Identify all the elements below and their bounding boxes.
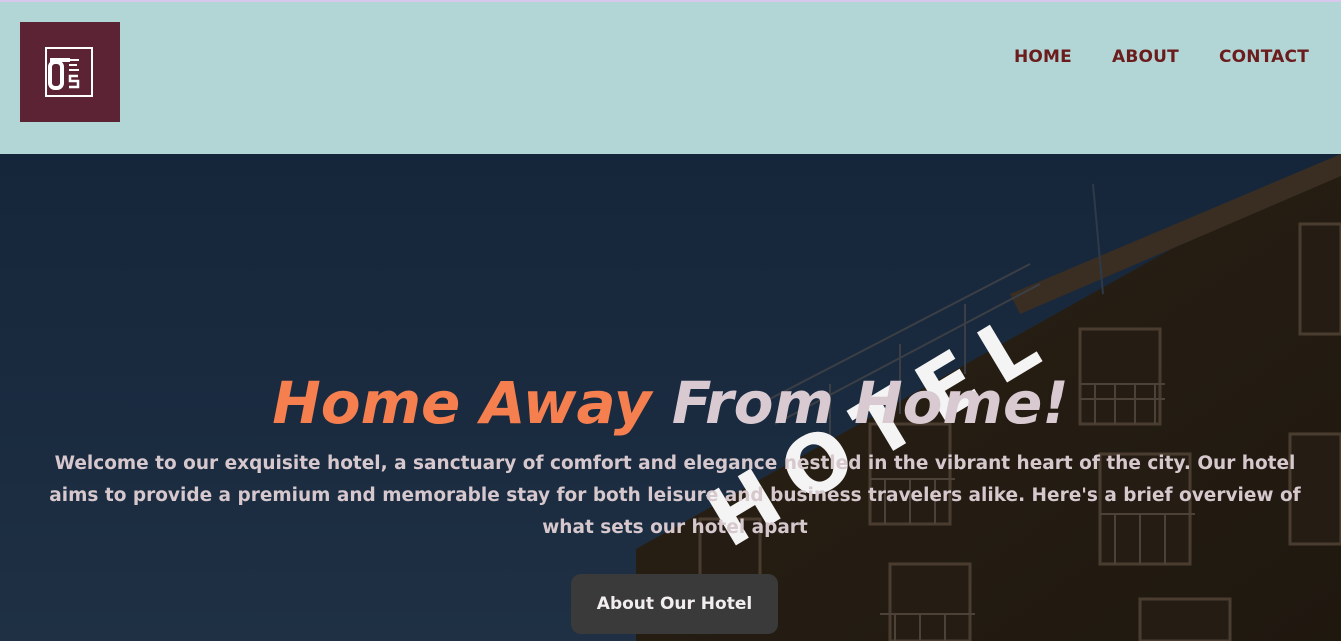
hero-description: Welcome to our exquisite hotel, a sanctu… <box>49 453 1301 538</box>
about-our-hotel-button[interactable]: About Our Hotel <box>571 574 778 634</box>
logo[interactable] <box>20 22 120 122</box>
nav-home-link[interactable]: HOME <box>1014 47 1072 67</box>
hero-title-light: From Home! <box>671 369 1069 437</box>
hero-section: HOTEL Home Away From Home! Welcome to ou… <box>0 154 1341 641</box>
hero-title: Home Away From Home! <box>0 368 1341 438</box>
site-header: HOME ABOUT CONTACT <box>0 2 1341 154</box>
main-nav: HOME ABOUT CONTACT <box>1014 47 1309 67</box>
hero-title-accent: Home Away <box>272 369 672 437</box>
logo-mark-icon <box>45 47 93 97</box>
nav-contact-link[interactable]: CONTACT <box>1219 47 1309 67</box>
nav-about-link[interactable]: ABOUT <box>1112 47 1179 67</box>
